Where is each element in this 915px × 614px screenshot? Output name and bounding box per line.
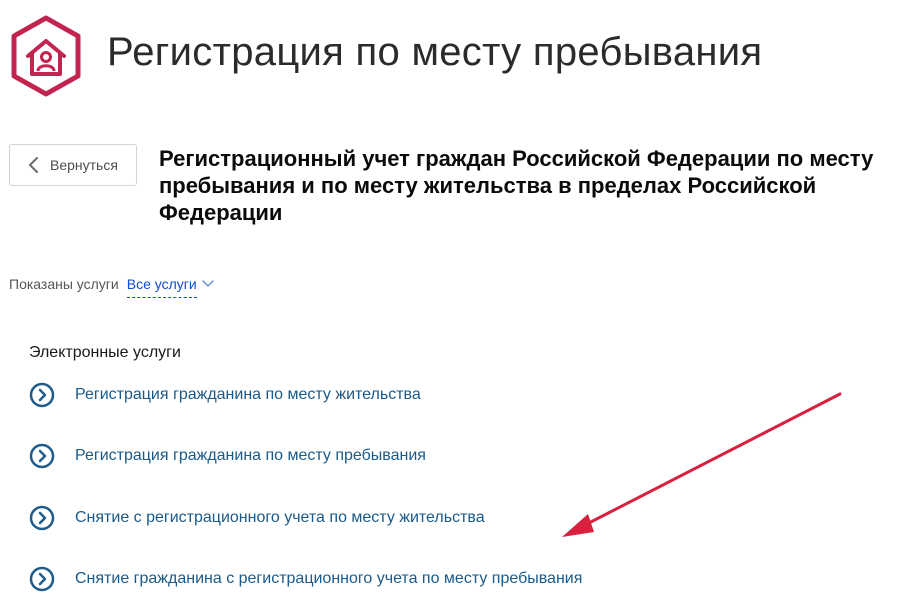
chevron-left-icon xyxy=(29,157,38,173)
chevron-circle-icon xyxy=(29,505,55,531)
section-heading: Электронные услуги xyxy=(29,344,181,361)
service-link-4[interactable]: Снятие гражданина с регистрационного уче… xyxy=(29,566,582,592)
service-link-label: Снятие гражданина с регистрационного уче… xyxy=(75,570,583,587)
service-link-label: Снятие с регистрационного учета по месту… xyxy=(75,509,485,526)
house-person-icon xyxy=(11,15,81,97)
service-link-label: Регистрация гражданина по месту пребыван… xyxy=(75,447,426,464)
page-title: Регистрация по месту пребывания xyxy=(107,30,763,74)
service-link-2[interactable]: Регистрация гражданина по месту пребыван… xyxy=(29,443,426,469)
filter-label: Показаны услуги xyxy=(9,276,119,292)
service-link-label: Регистрация гражданина по месту жительст… xyxy=(75,386,421,403)
back-button-label: Вернуться xyxy=(50,157,118,173)
chevron-circle-icon xyxy=(29,566,55,592)
service-link-3[interactable]: Снятие с регистрационного учета по месту… xyxy=(29,505,485,531)
service-link-1[interactable]: Регистрация гражданина по месту жительст… xyxy=(29,382,421,408)
filter-dropdown[interactable]: Все услуги xyxy=(126,276,197,298)
chevron-circle-icon xyxy=(29,443,55,469)
chevron-down-icon[interactable] xyxy=(201,279,214,289)
chevron-circle-icon xyxy=(29,382,55,408)
services-filter: Показаны услуги Все услуги xyxy=(9,276,214,298)
service-title: Регистрационный учет граждан Российской … xyxy=(159,146,874,225)
back-button[interactable]: Вернуться xyxy=(9,144,137,186)
